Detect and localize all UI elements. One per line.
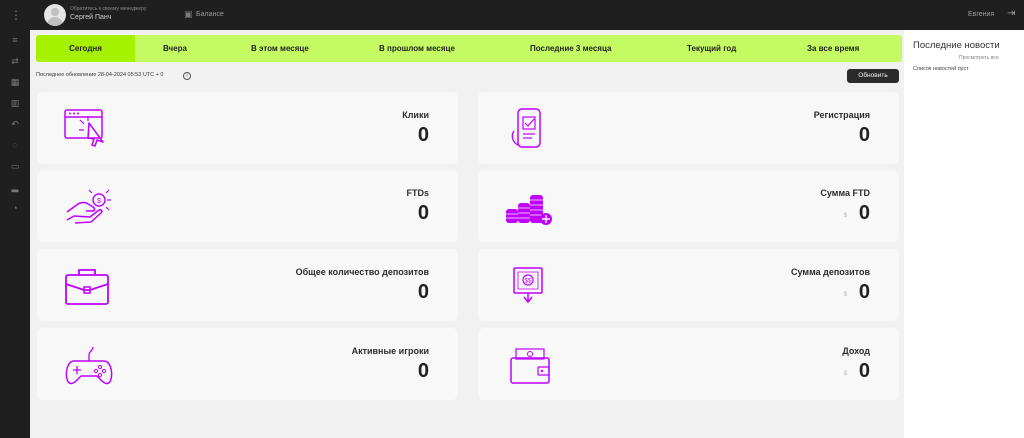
tab-this-month[interactable]: В этом месяце <box>251 35 309 62</box>
coin-stacks-icon <box>506 195 552 225</box>
click-window-icon <box>64 109 104 147</box>
news-panel <box>904 30 1024 438</box>
card-value: 0 <box>858 281 870 303</box>
card-title: Общее количество депозитов <box>295 267 429 277</box>
card-value: 0 <box>417 202 429 224</box>
briefcase-icon <box>65 269 109 305</box>
shuffle-icon[interactable]: ⇄ <box>10 56 20 66</box>
card-value: 0 <box>858 202 870 224</box>
income-card: $ Доход 0 <box>478 328 899 400</box>
database-icon[interactable]: ≡ <box>10 35 20 45</box>
bar-chart-icon[interactable]: ▥ <box>10 98 20 108</box>
ftds-card: $ FTDs 0 <box>37 170 458 242</box>
hand-coin-icon: $ <box>66 189 111 224</box>
phone-form-icon <box>511 108 541 148</box>
info-icon[interactable]: i <box>183 72 191 80</box>
card-value: 0 <box>417 281 429 303</box>
bell-icon[interactable]: ◌ <box>10 140 20 150</box>
news-empty-state: Список новостей пуст <box>913 66 969 72</box>
svg-text:$: $ <box>97 198 101 205</box>
wallet-icon[interactable]: ▣ <box>184 9 193 19</box>
card-title: Регистрация <box>813 110 870 120</box>
card-value: 0 <box>858 124 870 146</box>
currency-symbol: $ <box>843 371 847 377</box>
gamepad-icon <box>65 346 113 385</box>
undo-icon[interactable]: ↶ <box>10 119 20 129</box>
active-players-card: Активные игроки 0 <box>37 328 458 400</box>
view-all-news-link[interactable]: Просмотреть все <box>959 55 999 61</box>
deposit-download-icon: $$ <box>513 267 543 304</box>
menu-dots-icon[interactable]: ⋮ <box>10 7 22 23</box>
tab-current-year[interactable]: Текущий год <box>687 35 736 62</box>
ftd-sum-card: $ Сумма FTD 0 <box>478 170 899 242</box>
top-bar: ⋮ Обратитесь к своему менеджеру Сергей П… <box>0 0 1024 30</box>
tab-last-3-months[interactable]: Последние 3 месяца <box>530 35 611 62</box>
currency-symbol: $ <box>843 213 847 219</box>
card-title: Активные игроки <box>351 346 429 356</box>
tab-yesterday[interactable]: Вчера <box>163 35 187 62</box>
card-title: FTDs <box>406 188 430 198</box>
last-update-text: Последнее обновление 28-04-2024 05:53 UT… <box>36 72 164 78</box>
card-value: 0 <box>417 360 429 382</box>
period-tabs: Сегодня Вчера В этом месяце В прошлом ме… <box>36 35 902 62</box>
table-icon[interactable]: ▦ <box>10 77 20 87</box>
deposits-sum-card: $$ $ Сумма депозитов 0 <box>478 249 899 321</box>
registrations-card: Регистрация 0 <box>478 92 899 164</box>
news-title: Последние новости <box>913 40 1000 51</box>
card-title: Сумма FTD <box>820 188 870 198</box>
card-title: Клики <box>402 110 429 120</box>
sidebar: ≡ ⇄ ▦ ▥ ↶ ◌ ▭ ▂ ◔ <box>0 30 30 438</box>
refresh-button[interactable]: Обновить <box>847 69 899 83</box>
clicks-card: Клики 0 <box>37 92 458 164</box>
card-title: Доход <box>842 346 870 356</box>
manager-caption: Обратитесь к своему менеджеру <box>70 6 147 12</box>
wallet-cash-icon <box>510 348 550 384</box>
card-value: 0 <box>417 124 429 146</box>
currency-symbol: $ <box>843 292 847 298</box>
logout-icon[interactable]: ⇥ <box>1007 9 1015 19</box>
deposits-count-card: Общее количество депозитов 0 <box>37 249 458 321</box>
gift-icon[interactable]: ▭ <box>10 161 20 171</box>
card-title: Сумма депозитов <box>791 267 870 277</box>
podium-icon[interactable]: ▂ <box>10 182 20 192</box>
manager-name[interactable]: Сергей Панч <box>70 13 111 22</box>
tab-last-month[interactable]: В прошлом месяце <box>379 35 455 62</box>
svg-text:$$: $$ <box>525 279 532 285</box>
card-value: 0 <box>858 360 870 382</box>
current-user-name[interactable]: Евгения <box>968 10 994 19</box>
tab-today[interactable]: Сегодня <box>36 35 135 62</box>
tab-all-time[interactable]: За все время <box>807 35 859 62</box>
user-icon[interactable]: ◔ <box>10 203 20 213</box>
balance-link[interactable]: Балансе <box>196 10 224 19</box>
user-avatar-icon[interactable] <box>44 4 66 26</box>
